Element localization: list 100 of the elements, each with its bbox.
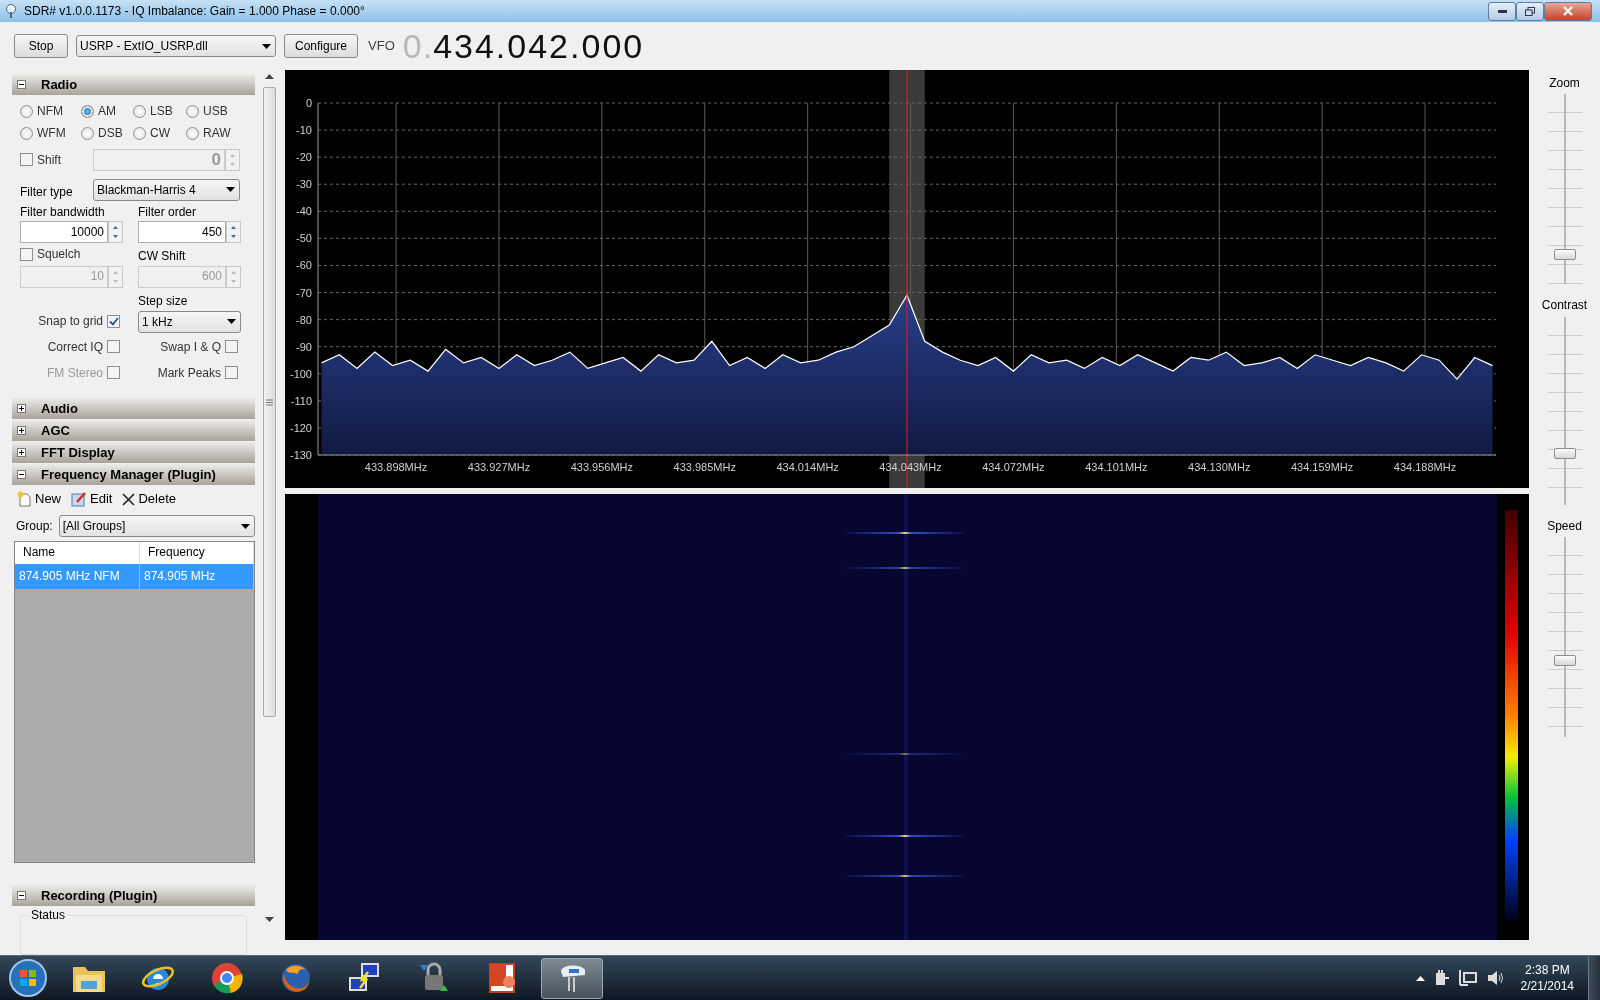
expand-icon[interactable]	[17, 404, 26, 413]
section-header[interactable]: FFT Display	[12, 442, 255, 463]
configure-button[interactable]: Configure	[284, 34, 359, 58]
field-label: Filter order	[138, 204, 197, 220]
axis-label: 434.072MHz	[982, 461, 1045, 473]
axis-label: -120	[289, 421, 312, 434]
show-hidden-icon[interactable]	[1415, 975, 1425, 981]
option-label: Swap I & Q	[160, 339, 221, 355]
speaker-icon[interactable]	[1486, 970, 1505, 986]
axis-label: 433.956MHz	[570, 461, 634, 473]
checkbox[interactable]	[225, 366, 238, 380]
minimize-icon	[1497, 9, 1507, 13]
restore-button[interactable]	[1516, 1, 1544, 21]
filter-type-dropdown[interactable]: Blackman-Harris 4	[93, 178, 240, 201]
toolbar-button[interactable]: New	[15, 491, 63, 507]
option-label: Mark Peaks	[157, 365, 221, 381]
axis-label: -80	[296, 313, 312, 326]
collapse-icon[interactable]	[17, 470, 26, 479]
axis-label: 0	[305, 97, 312, 109]
new-document-icon	[17, 491, 32, 507]
number-field[interactable]: 450	[138, 221, 226, 244]
checkbox[interactable]	[107, 314, 120, 328]
radio-button[interactable]	[133, 127, 146, 141]
radio-button[interactable]	[20, 104, 33, 118]
checkbox[interactable]	[225, 340, 238, 354]
option-label: NFM	[37, 104, 63, 119]
axis-label: 433.985MHz	[673, 461, 736, 473]
radio-button[interactable]	[20, 127, 33, 141]
section-header[interactable]: Frequency Manager (Plugin)	[12, 464, 255, 485]
vfo-label: VFO	[368, 38, 395, 54]
axis-label: -40	[296, 205, 312, 218]
power-plug-icon[interactable]	[1434, 970, 1449, 986]
axis-label: 434.130MHz	[1188, 461, 1251, 473]
checkbox[interactable]	[107, 340, 120, 354]
axis-label: 433.927MHz	[467, 461, 531, 473]
spin-button[interactable]	[108, 221, 123, 244]
axis-label: -90	[296, 340, 312, 353]
axis-label: -10	[296, 124, 312, 137]
slider-thumb[interactable]	[1553, 655, 1576, 667]
scroll-up-icon[interactable]	[265, 74, 274, 79]
toolbar-button[interactable]: Delete	[120, 491, 178, 507]
slider-thumb[interactable]	[1553, 248, 1576, 260]
axis-label: 433.898MHz	[364, 461, 428, 473]
radio-button[interactable]	[81, 104, 94, 118]
scrollbar-thumb[interactable]	[263, 87, 276, 717]
group-dropdown[interactable]: [All Groups]	[58, 515, 255, 537]
section-header[interactable]: Radio	[12, 74, 255, 95]
section-title: Audio	[41, 400, 78, 417]
spin-button[interactable]	[226, 221, 241, 244]
restore-icon	[1525, 6, 1535, 16]
radio-button[interactable]	[186, 104, 199, 118]
section-header[interactable]: Audio	[12, 398, 255, 419]
close-button[interactable]	[1544, 1, 1592, 21]
delete-icon	[122, 492, 136, 506]
column-header[interactable]: Frequency	[140, 542, 254, 564]
number-field[interactable]: 10000	[20, 221, 108, 244]
expand-icon[interactable]	[17, 448, 26, 457]
option-label: DSB	[98, 126, 123, 141]
app-icon	[4, 4, 18, 18]
field-label: CW Shift	[138, 249, 187, 264]
radio-button[interactable]	[186, 127, 199, 141]
radio-button[interactable]	[81, 127, 94, 141]
axis-label: -110	[290, 394, 312, 407]
taskbar-button[interactable]	[541, 957, 603, 999]
option-label: Correct IQ	[47, 339, 103, 355]
step-size-dropdown[interactable]: 1 kHz	[138, 310, 241, 333]
frequency-prefix: 0.	[402, 25, 434, 67]
caret-icon	[227, 319, 236, 325]
section-header[interactable]: AGC	[12, 420, 255, 441]
close-icon	[1563, 6, 1573, 16]
frequency-display[interactable]: 434.042.000	[433, 25, 645, 67]
axis-label: 434.043MHz	[879, 461, 942, 473]
slider-thumb[interactable]	[1553, 448, 1576, 460]
scroll-down-icon[interactable]	[265, 917, 274, 922]
grip-icon	[266, 398, 273, 406]
axis-label: -20	[296, 151, 312, 164]
collapse-icon[interactable]	[17, 891, 26, 900]
minimize-button[interactable]	[1488, 1, 1516, 21]
clock[interactable]: 2:38 PM 2/21/2014	[1520, 962, 1574, 994]
option-label: Shift	[37, 152, 61, 167]
network-icon[interactable]	[1458, 970, 1477, 986]
toolbar-button[interactable]: Edit	[69, 491, 115, 507]
axis-label: 434.159MHz	[1290, 461, 1354, 473]
option-label: FM Stereo	[47, 365, 103, 381]
start-orb-icon[interactable]	[8, 958, 48, 998]
caret-icon	[262, 43, 271, 49]
source-dropdown[interactable]: USRP - ExtIO_USRP.dll	[76, 35, 276, 57]
stop-button[interactable]: Stop	[14, 34, 68, 58]
option-label: AM	[98, 104, 116, 119]
section-header[interactable]: Recording (Plugin)	[12, 885, 255, 906]
section-title: Frequency Manager (Plugin)	[41, 466, 216, 483]
expand-icon[interactable]	[17, 426, 26, 435]
axis-label: -60	[296, 259, 312, 272]
radio-button[interactable]	[133, 104, 146, 118]
axis-label: 434.101MHz	[1085, 461, 1148, 473]
axis-label: -130	[289, 449, 312, 461]
option-label: WFM	[37, 126, 66, 141]
collapse-icon[interactable]	[17, 80, 26, 89]
show-desktop-button[interactable]	[1588, 955, 1600, 1000]
column-header[interactable]: Name	[15, 542, 140, 564]
